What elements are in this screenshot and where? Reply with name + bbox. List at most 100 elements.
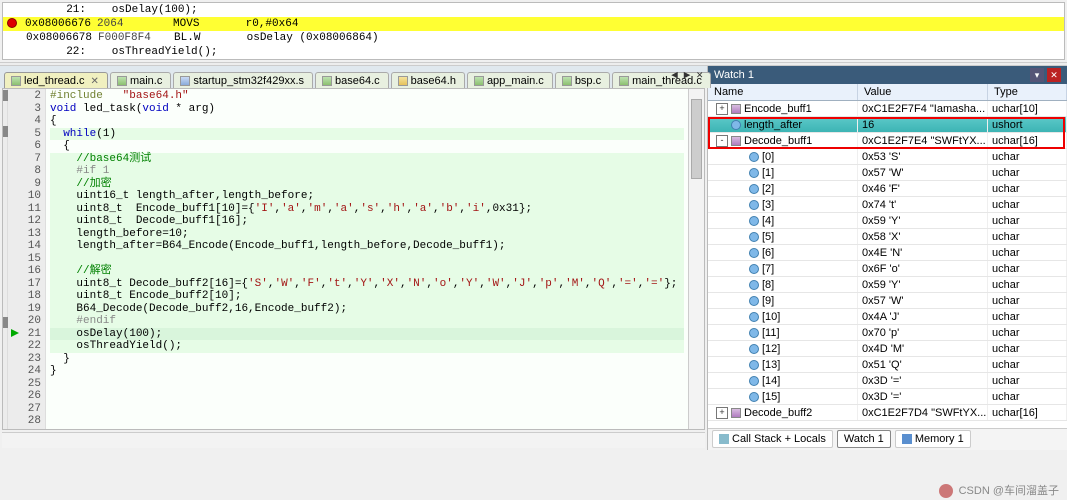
code-line[interactable]: void led_task(void * arg) — [50, 103, 684, 116]
code-line[interactable]: while(1) — [50, 128, 684, 141]
tab-close-all[interactable]: ✕ — [696, 68, 703, 82]
watch-header[interactable]: Name Value Type — [708, 84, 1067, 101]
watch-pin[interactable]: ▾ — [1030, 68, 1044, 82]
watch-row[interactable]: [2]0x46 'F'uchar — [708, 181, 1067, 197]
line-number[interactable]: 16 — [12, 265, 41, 278]
code-line[interactable]: } — [50, 353, 684, 366]
line-number[interactable]: 9 — [12, 178, 41, 191]
code-line[interactable]: //加密 — [50, 178, 684, 191]
line-number[interactable]: 14 — [12, 240, 41, 253]
line-number[interactable]: 26 — [12, 390, 41, 403]
scrollbar-v[interactable] — [688, 89, 704, 429]
code-line[interactable]: uint8_t Decode_buff2[16]={'S','W','F','t… — [50, 278, 684, 291]
line-number[interactable]: 20 — [12, 315, 41, 328]
tab-scroll-right[interactable]: ▶ — [684, 68, 691, 82]
watch-row[interactable]: [14]0x3D '='uchar — [708, 373, 1067, 389]
watch-row[interactable]: [0]0x53 'S'uchar — [708, 149, 1067, 165]
line-number[interactable]: 8 — [12, 165, 41, 178]
code-line[interactable]: length_after=B64_Encode(Encode_buff1,len… — [50, 240, 684, 253]
watch-row[interactable]: [12]0x4D 'M'uchar — [708, 341, 1067, 357]
watch-row[interactable]: [6]0x4E 'N'uchar — [708, 245, 1067, 261]
line-number[interactable]: 11 — [12, 203, 41, 216]
tab-close-icon[interactable]: ✕ — [88, 76, 99, 87]
line-number[interactable]: 28 — [12, 415, 41, 428]
line-number[interactable]: 18 — [12, 290, 41, 303]
line-number[interactable]: 25 — [12, 378, 41, 391]
code-line[interactable]: uint16_t length_after,length_before; — [50, 190, 684, 203]
footer-tab-Watch-1[interactable]: Watch 1 — [837, 430, 891, 448]
line-number[interactable]: 4 — [12, 115, 41, 128]
line-number[interactable]: 19 — [12, 303, 41, 316]
line-number[interactable]: 6 — [12, 140, 41, 153]
expand-toggle[interactable]: + — [716, 407, 728, 419]
watch-row[interactable]: [4]0x59 'Y'uchar — [708, 213, 1067, 229]
line-number[interactable]: 21 — [12, 328, 41, 341]
watch-rows[interactable]: +Encode_buff10xC1E2F7F4 "Iamasha...uchar… — [708, 101, 1067, 428]
code-line[interactable]: uint8_t Encode_buff2[10]; — [50, 290, 684, 303]
code-line[interactable]: length_before=10; — [50, 228, 684, 241]
line-number[interactable]: 17 — [12, 278, 41, 291]
code-line[interactable] — [50, 390, 684, 403]
disasm-line[interactable]: 0x08006678 F000F8F4 BL.W osDelay (0x0800… — [3, 31, 1064, 45]
watch-row[interactable]: +Encode_buff10xC1E2F7F4 "Iamasha...uchar… — [708, 101, 1067, 117]
scrollbar-h[interactable] — [2, 432, 705, 448]
line-number[interactable]: 10 — [12, 190, 41, 203]
footer-tab-Call-Stack-Locals[interactable]: Call Stack + Locals — [712, 430, 833, 448]
watch-row[interactable]: [11]0x70 'p'uchar — [708, 325, 1067, 341]
watch-row[interactable]: [13]0x51 'Q'uchar — [708, 357, 1067, 373]
watch-row[interactable]: length_after16ushort — [708, 117, 1067, 133]
line-number[interactable]: 13 — [12, 228, 41, 241]
tab-base64-h[interactable]: base64.h — [391, 72, 465, 88]
code-line[interactable]: //base64测试 — [50, 153, 684, 166]
tab-startup_stm32f429xx-s[interactable]: startup_stm32f429xx.s — [173, 72, 313, 88]
watch-row[interactable]: [10]0x4A 'J'uchar — [708, 309, 1067, 325]
code-line[interactable] — [50, 415, 684, 428]
code-line[interactable] — [50, 378, 684, 391]
code-line[interactable]: osDelay(100); — [50, 328, 684, 341]
line-gutter[interactable]: 2345678910111213141516171819202122232425… — [8, 89, 46, 429]
expand-toggle[interactable]: - — [716, 135, 728, 147]
watch-row[interactable]: [3]0x74 't'uchar — [708, 197, 1067, 213]
line-number[interactable]: 2 — [12, 90, 41, 103]
disasm-line[interactable]: 0x08006676 2064 MOVS r0,#0x64 — [3, 17, 1064, 31]
code-line[interactable]: #endif — [50, 315, 684, 328]
code-line[interactable]: uint8_t Encode_buff1[10]={'I','a','m','a… — [50, 203, 684, 216]
watch-row[interactable]: +Decode_buff20xC1E2F7D4 "SWFtYX...uchar[… — [708, 405, 1067, 421]
code-area[interactable]: #include "base64.h"void led_task(void * … — [46, 89, 688, 429]
code-line[interactable]: osThreadYield(); — [50, 340, 684, 353]
code-line[interactable] — [50, 253, 684, 266]
line-number[interactable]: 27 — [12, 403, 41, 416]
line-number[interactable]: 15 — [12, 253, 41, 266]
line-number[interactable]: 23 — [12, 353, 41, 366]
code-line[interactable]: B64_Decode(Decode_buff2,16,Encode_buff2)… — [50, 303, 684, 316]
code-line[interactable]: #include "base64.h" — [50, 90, 684, 103]
watch-close[interactable]: ✕ — [1047, 68, 1061, 82]
watch-row[interactable]: [8]0x59 'Y'uchar — [708, 277, 1067, 293]
tab-base64-c[interactable]: base64.c — [315, 72, 389, 88]
line-number[interactable]: 5 — [12, 128, 41, 141]
watch-row[interactable]: [7]0x6F 'o'uchar — [708, 261, 1067, 277]
disasm-line[interactable]: 22: osThreadYield(); — [3, 45, 1064, 59]
tab-scroll-left[interactable]: ◀ — [671, 68, 678, 82]
tab-led_thread-c[interactable]: led_thread.c✕ — [4, 72, 108, 88]
line-number[interactable]: 7 — [12, 153, 41, 166]
line-number[interactable]: 24 — [12, 365, 41, 378]
tab-bsp-c[interactable]: bsp.c — [555, 72, 610, 88]
watch-row[interactable]: [15]0x3D '='uchar — [708, 389, 1067, 405]
col-type[interactable]: Type — [988, 84, 1067, 100]
code-line[interactable]: { — [50, 140, 684, 153]
expand-toggle[interactable]: + — [716, 103, 728, 115]
line-number[interactable]: 22 — [12, 340, 41, 353]
tab-main-c[interactable]: main.c — [110, 72, 171, 88]
watch-row[interactable]: [5]0x58 'X'uchar — [708, 229, 1067, 245]
line-number[interactable]: 3 — [12, 103, 41, 116]
code-line[interactable] — [50, 403, 684, 416]
col-value[interactable]: Value — [858, 84, 988, 100]
line-number[interactable]: 12 — [12, 215, 41, 228]
disasm-line[interactable]: 21: osDelay(100); — [3, 3, 1064, 17]
code-line[interactable]: #if 1 — [50, 165, 684, 178]
col-name[interactable]: Name — [708, 84, 858, 100]
footer-tab-Memory-1[interactable]: Memory 1 — [895, 430, 971, 448]
code-line[interactable]: uint8_t Decode_buff1[16]; — [50, 215, 684, 228]
code-line[interactable]: } — [50, 365, 684, 378]
